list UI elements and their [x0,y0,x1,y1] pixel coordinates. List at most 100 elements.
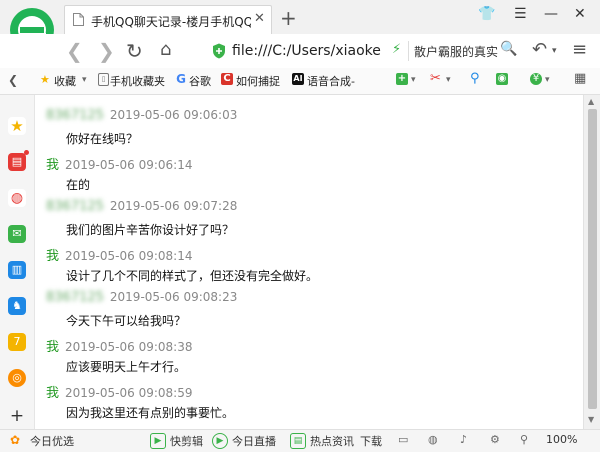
chat-message-header: 我 2019-05-06 09:08:14 [46,245,192,264]
news-icon[interactable]: ▤ [8,153,26,171]
sender-name: 8367125 [46,290,104,306]
ai-logo-icon: AI [292,73,304,85]
video-clip-icon[interactable]: ▶ [150,433,166,449]
status-clip[interactable]: 快剪辑 [170,433,203,449]
live-play-icon[interactable]: ▶ [212,433,228,449]
chat-message-text: 设计了几个不同的样式了，但还没有完全做好。 [66,268,319,283]
chevron-down-icon[interactable]: ▾ [545,75,550,85]
chevron-down-icon[interactable]: ▾ [446,75,451,85]
chevron-down-icon[interactable]: ▾ [411,75,416,85]
chat-message-header: 8367125 2019-05-06 09:07:28 [46,199,237,214]
left-sidebar: ★ ▤ ◍ ✉ ▥ ♞ 7 ◎ + [0,95,35,429]
lightning-icon[interactable]: ⚡ [392,42,401,57]
bookmarks-bar: ❮ ★ 收藏 ▾ ▯ 手机收藏夹 G 谷歌 C 如何捕捉 AI 语音合成- + … [0,68,600,95]
document-icon[interactable]: ▥ [8,261,26,279]
status-live[interactable]: 今日直播 [232,433,276,449]
forward-button[interactable]: ❯ [98,39,115,63]
undo-icon[interactable]: ↶ [532,39,547,60]
bookmark-how-to-capture[interactable]: 如何捕捉 [236,73,280,89]
calendar-icon[interactable]: 7 [8,333,26,351]
chat-message-text: 我们的图片辛苦你设计好了吗？ [66,223,235,238]
document-icon [73,13,84,26]
back-button[interactable]: ❮ [66,39,83,63]
status-news[interactable]: 今日优选 [30,433,74,449]
settings-icon[interactable]: ⚙ [490,433,500,446]
minimize-button[interactable]: — [544,6,558,22]
gift-icon[interactable]: ✿ [8,433,22,447]
chat-message-text: 你好在线吗？ [66,132,139,146]
sidebar-toggle-icon[interactable]: ❮ [8,73,18,87]
yen-icon[interactable]: ¥ [530,73,542,85]
tab-bar: 手机QQ聊天记录-楼月手机QQ聊天记录导出恢复软件 ✕ + 👕 ☰ — ✕ [0,0,600,52]
chat-message-header: 我 2019-05-06 09:06:14 [46,154,192,173]
zoom-icon[interactable]: ⚲ [520,433,528,446]
scroll-thumb[interactable] [588,109,597,409]
mail-icon[interactable]: ✉ [8,225,26,243]
volume-icon[interactable]: ♪ [460,433,467,446]
refresh-button[interactable]: ↻ [126,39,143,63]
home-button[interactable]: ⌂ [160,39,171,60]
bookmark-google[interactable]: 谷歌 [189,73,211,89]
search-icon[interactable]: ⚲ [470,71,480,86]
google-icon: G [176,72,186,86]
search-icon[interactable]: 🔍 [500,41,517,57]
tab-close-icon[interactable]: ✕ [254,11,265,26]
tab-title: 手机QQ聊天记录-楼月手机QQ聊天记录导出恢复软件 [91,15,251,29]
bookmark-favorites[interactable]: 收藏 [54,73,76,89]
address-bar[interactable]: file:///C:/Users/xiaoke ⚡ 散户霸服的真实身份 🔍 [208,38,524,64]
menu-icon[interactable]: ☰ [514,6,527,22]
message-timestamp: 2019-05-06 09:08:38 [65,340,193,354]
hot-news-icon[interactable]: ▤ [290,433,306,449]
status-download[interactable]: 下载 [360,433,382,449]
shield-icon[interactable] [212,43,226,59]
chat-message-header: 8367125 2019-05-06 09:08:23 [46,290,237,305]
plus-app-icon[interactable]: + [396,73,408,85]
chevron-down-icon[interactable]: ▾ [552,46,557,56]
game-center-icon[interactable]: ◎ [8,369,26,387]
scissors-icon[interactable]: ✂ [430,71,441,86]
game-icon[interactable]: ◉ [496,73,508,85]
chevron-down-icon[interactable]: ▾ [82,75,87,85]
scroll-up-arrow[interactable]: ▲ [588,97,594,106]
chat-message-text: 在的 [66,177,91,192]
address-divider [408,41,409,61]
status-hot[interactable]: 热点资讯 [310,433,354,449]
message-timestamp: 2019-05-06 09:06:03 [109,108,238,122]
sender-name: 我 [46,385,60,401]
web-icon[interactable]: ◍ [428,433,438,446]
star-icon: ★ [40,73,50,86]
status-bar: ✿ 今日优选 ▶ 快剪辑 ▶ 今日直播 ▤ 热点资讯 下载 ▭ ◍ ♪ ⚙ ⚲ … [0,429,600,452]
skin-icon[interactable]: 👕 [478,6,495,22]
chat-message-header: 我 2019-05-06 09:08:38 [46,336,192,355]
screen-icon[interactable]: ▭ [398,433,408,446]
favorites-star-icon[interactable]: ★ [8,117,26,135]
chat-message-text: 应该要明天上午才行。 [66,360,187,374]
grid-icon[interactable]: ▦ [574,71,586,86]
camel-icon[interactable]: ♞ [8,297,26,315]
bookmark-speech-synthesis[interactable]: 语音合成- [307,73,355,89]
tab-active[interactable]: 手机QQ聊天记录-楼月手机QQ聊天记录导出恢复软件 ✕ [64,5,272,34]
message-timestamp: 2019-05-06 09:06:14 [65,157,193,172]
chat-message-header: 8367125 2019-05-06 09:06:03 [46,108,237,123]
scroll-down-arrow[interactable]: ▼ [588,415,594,424]
bookmark-mobile[interactable]: 手机收藏夹 [110,73,165,89]
add-sidebar-button[interactable]: + [8,407,26,425]
message-timestamp: 2019-05-06 09:08:14 [65,248,193,263]
phone-icon: ▯ [98,73,109,86]
close-window-button[interactable]: ✕ [574,6,586,22]
navigation-bar: ❮ ❯ ↻ ⌂ file:///C:/Users/xiaoke ⚡ 散户霸服的真… [0,34,600,69]
chat-message-text: 因为我这里还有点别的事要忙。 [66,405,235,420]
more-menu-icon[interactable]: ≡ [572,39,587,60]
new-tab-button[interactable]: + [280,6,297,30]
url-text[interactable]: file:///C:/Users/xiaoke [232,43,392,59]
notification-dot [24,150,29,155]
sender-name: 我 [46,157,60,173]
search-input[interactable]: 散户霸服的真实身份 [414,43,498,60]
vertical-scrollbar[interactable]: ▲ ▼ [583,95,600,429]
weibo-icon[interactable]: ◍ [8,189,26,207]
sender-name: 我 [46,248,60,264]
sender-name: 我 [46,340,60,355]
zoom-level[interactable]: 100% [546,433,577,446]
sender-name: 8367125 [46,199,104,215]
message-timestamp: 2019-05-06 09:08:59 [65,385,193,400]
